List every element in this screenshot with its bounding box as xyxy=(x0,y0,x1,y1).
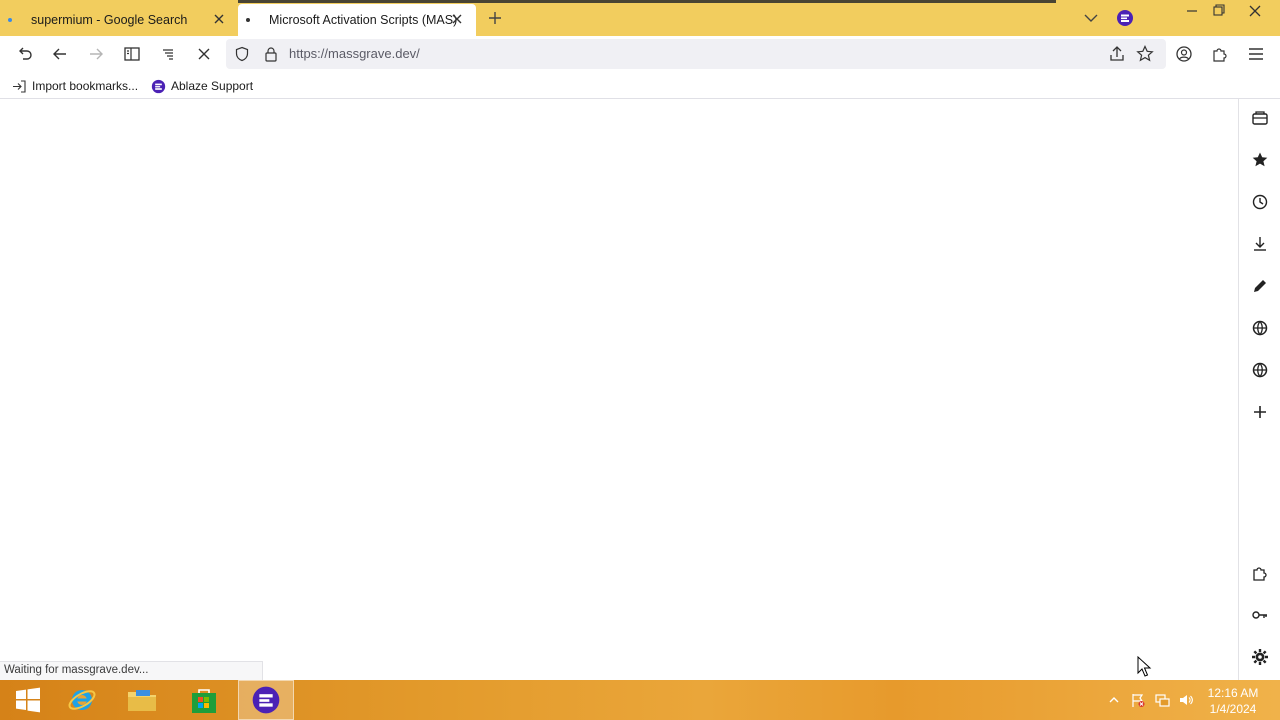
status-bar: Waiting for massgrave.dev... xyxy=(0,661,263,680)
ablaze-logo-icon[interactable] xyxy=(1116,9,1134,27)
bookmark-import[interactable]: Import bookmarks... xyxy=(12,78,138,94)
tab-mas[interactable]: Microsoft Activation Scripts (MAS) xyxy=(238,4,476,36)
tab-loading-indicator xyxy=(246,18,250,22)
tab-title: supermium - Google Search xyxy=(31,13,188,27)
notes-pencil-icon[interactable] xyxy=(1250,276,1270,296)
clock-date: 1/4/2024 xyxy=(1209,702,1257,716)
internet-explorer-icon xyxy=(68,690,96,710)
stop-loading-icon[interactable] xyxy=(194,44,214,64)
start-button[interactable] xyxy=(0,680,56,720)
downloads-icon[interactable] xyxy=(1250,234,1270,254)
wallet-icon[interactable] xyxy=(1250,108,1270,128)
back-arrow-icon[interactable] xyxy=(50,44,70,64)
sidebar-toggle-icon[interactable] xyxy=(122,44,142,64)
show-hidden-icons-chevron-icon[interactable] xyxy=(1106,692,1122,708)
restore-window-icon[interactable] xyxy=(1206,2,1230,20)
folder-icon xyxy=(128,690,156,711)
reader-list-icon[interactable] xyxy=(158,44,178,64)
file-explorer-taskbar[interactable] xyxy=(114,680,170,720)
settings-gear-icon[interactable] xyxy=(1250,647,1270,667)
network-icon[interactable] xyxy=(1154,692,1170,708)
windows-logo-icon xyxy=(16,687,40,713)
padlock-icon[interactable] xyxy=(263,46,279,62)
windows-taskbar xyxy=(0,680,1280,720)
extensions-puzzle-icon[interactable] xyxy=(1210,44,1230,64)
account-icon[interactable] xyxy=(1174,44,1194,64)
title-bar: supermium - Google Search Microsoft Acti… xyxy=(0,0,1280,36)
add-panel-plus-icon[interactable] xyxy=(1250,402,1270,422)
bookmarks-toolbar: Import bookmarks... Ablaze Support xyxy=(0,72,1280,99)
loading-progress-line xyxy=(238,0,1056,3)
mouse-cursor-icon xyxy=(1137,656,1152,677)
supermium-browser-taskbar[interactable] xyxy=(238,680,294,720)
bookmark-label: Ablaze Support xyxy=(171,79,254,93)
store-bag-icon xyxy=(192,689,216,713)
minimize-window-icon[interactable] xyxy=(1180,2,1204,20)
address-bar[interactable]: https://massgrave.dev/ xyxy=(226,39,1166,69)
volume-speaker-icon[interactable] xyxy=(1178,692,1194,708)
extensions-icon[interactable] xyxy=(1250,563,1270,583)
tracking-shield-icon[interactable] xyxy=(234,46,250,62)
hamburger-menu-icon[interactable] xyxy=(1246,44,1266,64)
ablaze-logo-icon xyxy=(252,686,280,714)
ablaze-logo-icon xyxy=(151,79,166,93)
close-tab-icon[interactable] xyxy=(212,12,226,26)
clock-time: 12:16 AM xyxy=(1207,686,1259,700)
forward-arrow-icon[interactable] xyxy=(86,44,106,64)
bookmark-star-icon[interactable] xyxy=(1135,44,1155,64)
tab-title: Microsoft Activation Scripts (MAS) xyxy=(269,13,458,27)
url-text[interactable]: https://massgrave.dev/ xyxy=(289,46,420,61)
tab-favicon xyxy=(8,18,12,22)
web-panel-globe-icon[interactable] xyxy=(1250,318,1270,338)
undo-close-tab-icon[interactable] xyxy=(15,44,35,64)
bookmarks-star-icon[interactable] xyxy=(1250,150,1270,170)
share-icon[interactable] xyxy=(1107,44,1127,64)
navigation-toolbar: https://massgrave.dev/ xyxy=(0,36,1280,72)
import-icon xyxy=(13,79,26,93)
list-all-tabs-chevron-icon[interactable] xyxy=(1082,9,1100,27)
tab-supermium-search[interactable]: supermium - Google Search xyxy=(0,4,238,36)
web-content-area[interactable] xyxy=(0,99,1238,680)
sidebar-panel xyxy=(1238,99,1280,680)
internet-explorer-taskbar[interactable] xyxy=(54,680,110,720)
store-taskbar[interactable] xyxy=(176,680,232,720)
action-center-flag-icon[interactable] xyxy=(1130,692,1146,708)
history-clock-icon[interactable] xyxy=(1250,192,1270,212)
new-tab-plus-icon[interactable] xyxy=(485,8,505,28)
close-window-icon[interactable] xyxy=(1243,2,1267,20)
bookmark-ablaze-support[interactable]: Ablaze Support xyxy=(151,78,253,94)
taskbar-clock[interactable]: 12:16 AM 1/4/2024 xyxy=(1198,685,1268,717)
web-panel-globe-icon-2[interactable] xyxy=(1250,360,1270,380)
passwords-key-icon[interactable] xyxy=(1250,605,1270,625)
close-tab-icon[interactable] xyxy=(450,12,464,26)
bookmark-label: Import bookmarks... xyxy=(32,79,139,93)
